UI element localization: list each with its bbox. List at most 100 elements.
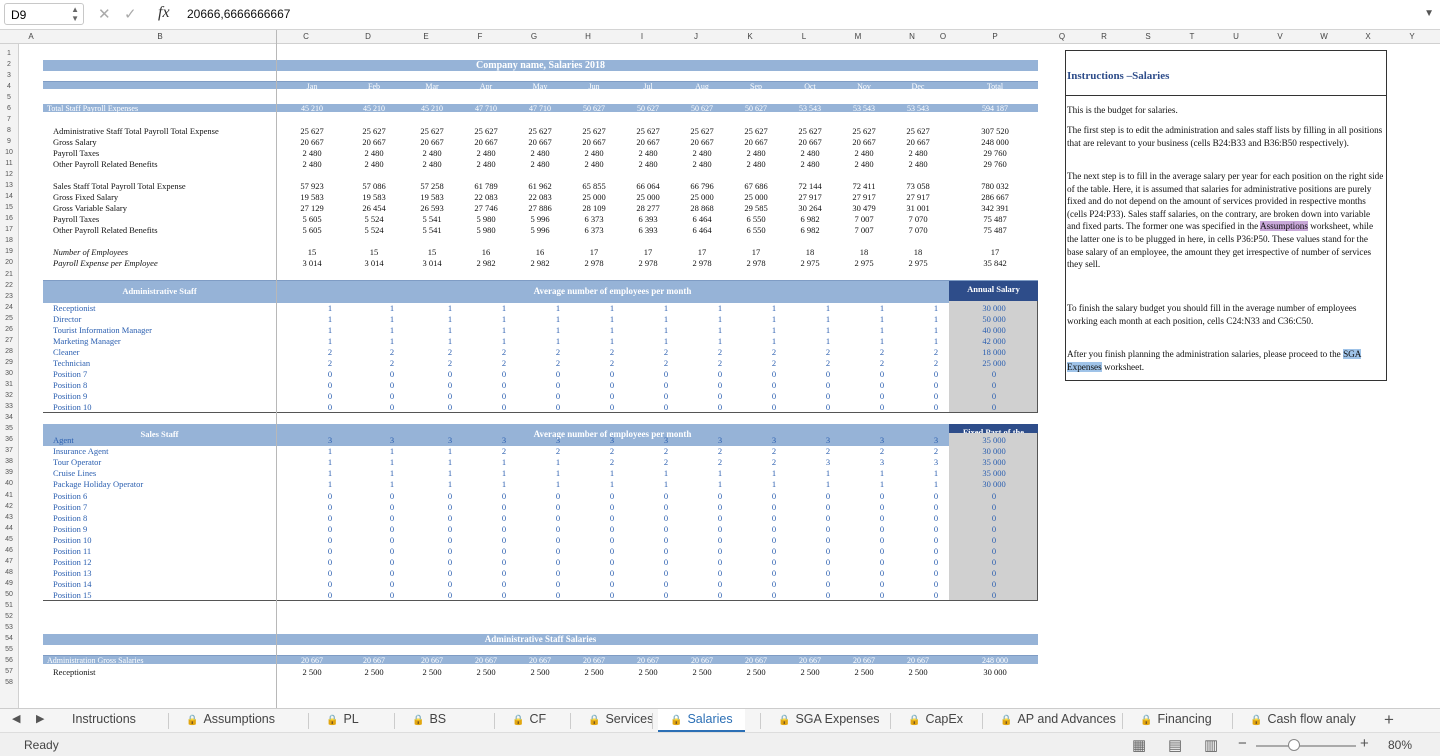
row-header[interactable]: 51 (0, 602, 18, 609)
row-header[interactable]: 21 (0, 271, 18, 278)
row-header[interactable]: 30 (0, 370, 18, 377)
summary-total[interactable]: 75 487 (955, 225, 1035, 235)
row-header[interactable]: 13 (0, 182, 18, 189)
admin-gross-value[interactable]: 20 667 (878, 656, 958, 666)
row-header[interactable]: 56 (0, 657, 18, 664)
admin-position-label[interactable]: Position 10 (53, 402, 92, 412)
tab-sga-expenses[interactable]: 🔒 SGA Expenses (778, 709, 880, 732)
summary-cell[interactable]: 2 480 (878, 159, 958, 169)
column-header-i[interactable]: I (641, 32, 643, 41)
tab-assumptions[interactable]: 🔒 Assumptions (186, 709, 275, 732)
tab-capex[interactable]: 🔒 CapEx (908, 709, 963, 732)
function-icon[interactable]: fx (158, 4, 170, 22)
column-header-d[interactable]: D (365, 32, 371, 41)
sales-fixed-salary[interactable]: 0 (954, 568, 1034, 578)
sales-position-label[interactable]: Tour Operator (53, 457, 101, 467)
sales-position-label[interactable]: Position 10 (53, 535, 92, 545)
page-break-view-icon[interactable]: ▥ (1204, 736, 1218, 754)
sales-fixed-salary[interactable]: 30 000 (954, 446, 1034, 456)
summary-cell[interactable]: 73 058 (878, 181, 958, 191)
sales-position-label[interactable]: Position 9 (53, 524, 87, 534)
row-header[interactable]: 42 (0, 503, 18, 510)
sales-fixed-salary[interactable]: 0 (954, 513, 1034, 523)
tab-instructions[interactable]: Instructions (72, 709, 136, 732)
summary-cell[interactable]: 20 667 (878, 137, 958, 147)
column-header-x[interactable]: X (1365, 32, 1370, 41)
column-header-h[interactable]: H (585, 32, 591, 41)
row-header[interactable]: 19 (0, 248, 18, 255)
formula-expand-icon[interactable]: ▼ (1424, 8, 1434, 19)
summary-total[interactable]: 780 032 (955, 181, 1035, 191)
summary-total[interactable]: 75 487 (955, 214, 1035, 224)
name-box-stepper-icon[interactable]: ▲ ▼ (71, 5, 79, 23)
admin-position-label[interactable]: Director (53, 314, 81, 324)
sales-position-label[interactable]: Position 13 (53, 568, 92, 578)
column-header-p[interactable]: P (992, 32, 997, 41)
sales-fixed-salary[interactable]: 0 (954, 557, 1034, 567)
tab-cf[interactable]: 🔒 CF (512, 709, 546, 732)
row-header[interactable]: 37 (0, 447, 18, 454)
summary-total[interactable]: 29 760 (955, 148, 1035, 158)
sales-position-label[interactable]: Cruise Lines (53, 468, 96, 478)
zoom-slider[interactable] (1256, 745, 1356, 747)
column-header-e[interactable]: E (423, 32, 428, 41)
sales-fixed-salary[interactable]: 0 (954, 491, 1034, 501)
row-header[interactable]: 3 (0, 72, 18, 79)
row-header[interactable]: 7 (0, 116, 18, 123)
summary-cell[interactable]: 2 480 (878, 148, 958, 158)
row-header[interactable]: 53 (0, 624, 18, 631)
zoom-in-icon[interactable]: + (1360, 735, 1369, 752)
column-header-o[interactable]: O (940, 32, 946, 41)
row-header[interactable]: 57 (0, 668, 18, 675)
column-header-q[interactable]: Q (1059, 32, 1065, 41)
row-header[interactable]: 48 (0, 569, 18, 576)
sales-fixed-salary[interactable]: 30 000 (954, 479, 1034, 489)
summary-cell[interactable]: 7 070 (878, 214, 958, 224)
row-header[interactable]: 12 (0, 171, 18, 178)
column-header-u[interactable]: U (1233, 32, 1239, 41)
column-header-w[interactable]: W (1320, 32, 1328, 41)
month-header[interactable]: Dec (878, 82, 958, 92)
summary-cell[interactable]: 27 917 (878, 192, 958, 202)
tab-cash-flow-analy[interactable]: 🔒 Cash flow analy (1250, 709, 1356, 732)
row-header[interactable]: 34 (0, 414, 18, 421)
tab-bs[interactable]: 🔒 BS (412, 709, 446, 732)
row-header[interactable]: 33 (0, 403, 18, 410)
admin-position-label[interactable]: Cleaner (53, 347, 79, 357)
row-header[interactable]: 43 (0, 514, 18, 521)
sales-fixed-salary[interactable]: 0 (954, 579, 1034, 589)
admin-salary-cell[interactable]: 2 500 (878, 667, 958, 677)
admin-salary-total[interactable]: 30 000 (955, 667, 1035, 677)
sales-position-label[interactable]: Position 7 (53, 502, 87, 512)
admin-annual-salary[interactable]: 0 (954, 391, 1034, 401)
sales-fixed-salary[interactable]: 0 (954, 524, 1034, 534)
row-header[interactable]: 52 (0, 613, 18, 620)
admin-annual-salary[interactable]: 0 (954, 380, 1034, 390)
assumptions-link[interactable]: Assumptions (1259, 221, 1308, 232)
tab-salaries[interactable]: 🔒 Salaries (658, 709, 745, 732)
tab-ap-and-advances[interactable]: 🔒 AP and Advances (1000, 709, 1116, 732)
confirm-icon[interactable]: ✓ (124, 5, 137, 23)
zoom-out-icon[interactable]: − (1238, 735, 1247, 752)
column-header-j[interactable]: J (694, 32, 698, 41)
summary-total[interactable]: 29 760 (955, 159, 1035, 169)
admin-gross-total[interactable]: 248 000 (955, 656, 1035, 666)
sales-fixed-salary[interactable]: 0 (954, 535, 1034, 545)
row-header[interactable]: 6 (0, 105, 18, 112)
summary-row-label[interactable]: Other Payroll Related Benefits (53, 225, 158, 235)
sales-position-label[interactable]: Position 6 (53, 491, 87, 501)
row-header[interactable]: 46 (0, 547, 18, 554)
row-header[interactable]: 20 (0, 259, 18, 266)
summary-row-label[interactable]: Other Payroll Related Benefits (53, 159, 158, 169)
row-header[interactable]: 8 (0, 127, 18, 134)
summary-row-label[interactable]: Payroll Taxes (53, 214, 99, 224)
row-header[interactable]: 31 (0, 381, 18, 388)
summary-row-label[interactable]: Payroll Taxes (53, 148, 99, 158)
row-header[interactable]: 45 (0, 536, 18, 543)
admin-gross-label[interactable]: Administration Gross Salaries (47, 656, 143, 666)
sales-fixed-salary[interactable]: 0 (954, 590, 1034, 600)
tab-services[interactable]: 🔒 Services (588, 709, 653, 732)
summary-row-label[interactable]: Payroll Expense per Employee (53, 258, 158, 268)
sales-fixed-salary[interactable]: 35 000 (954, 435, 1034, 445)
row-header[interactable]: 28 (0, 348, 18, 355)
